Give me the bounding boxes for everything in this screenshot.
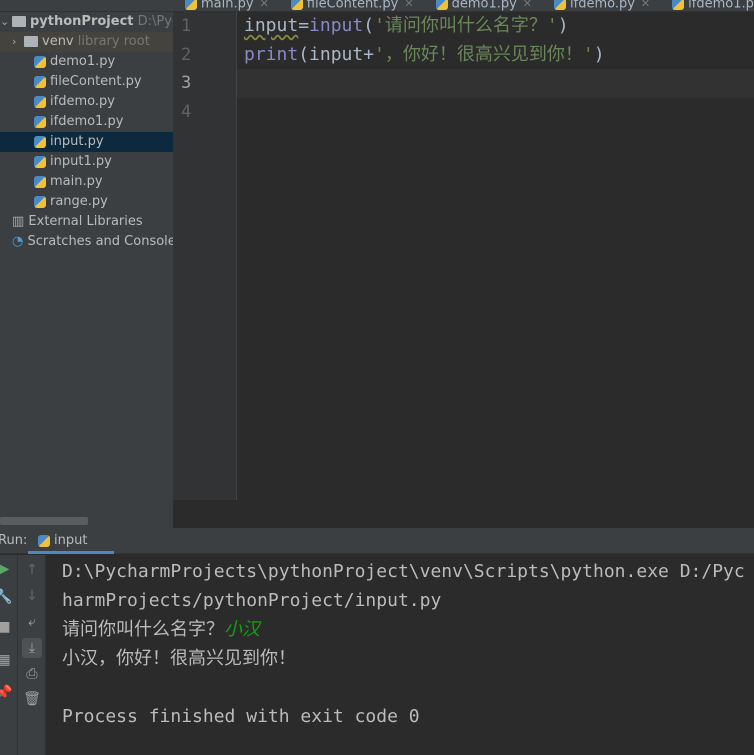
- folder-icon: [12, 16, 26, 27]
- stop-icon[interactable]: ■: [0, 617, 14, 637]
- run-actions: ▶ 🔧 ■ ▦ 📌: [0, 555, 18, 755]
- console-output: 小汉，你好！很高兴见到你！: [62, 648, 296, 669]
- line-number: 4: [181, 101, 192, 122]
- line-gutter: 1 2 3 4: [173, 12, 237, 500]
- tree-root[interactable]: ⌄pythonProject D:\PycharmProjects\python…: [0, 12, 173, 32]
- tree-file[interactable]: input1.py: [0, 152, 173, 172]
- tree-file[interactable]: demo1.py: [0, 52, 173, 72]
- tab-ifdemo1[interactable]: ifdemo1.py✕: [660, 0, 754, 10]
- chevron-down-icon[interactable]: ⌄: [0, 12, 12, 32]
- run-toolbar: Run: input: [0, 528, 754, 554]
- layout-icon[interactable]: ▦: [0, 650, 14, 670]
- chevron-right-icon[interactable]: ›: [12, 32, 24, 52]
- close-icon[interactable]: ✕: [523, 0, 532, 10]
- scroll-to-end-icon[interactable]: ⤓: [22, 638, 42, 658]
- python-file-icon: [34, 135, 46, 148]
- code-editor[interactable]: input=input('请问你叫什么名字？') print(input+'，你…: [237, 12, 754, 500]
- console-command: D:\PycharmProjects\pythonProject\venv\Sc…: [62, 561, 745, 611]
- close-icon[interactable]: ✕: [404, 0, 413, 10]
- python-file-icon: [435, 0, 448, 10]
- python-file-icon: [554, 0, 567, 10]
- run-console[interactable]: D:\PycharmProjects\pythonProject\venv\Sc…: [46, 555, 754, 755]
- python-file-icon: [34, 75, 46, 88]
- tree-venv[interactable]: › venv library root: [0, 32, 173, 52]
- tree-file[interactable]: ifdemo1.py: [0, 112, 173, 132]
- python-file-icon: [185, 0, 197, 10]
- console-prompt: 请问你叫什么名字？小汉: [62, 619, 260, 640]
- tree-file[interactable]: input.py: [0, 132, 173, 152]
- print-icon[interactable]: ⎙: [22, 664, 42, 684]
- tree-file[interactable]: main.py: [0, 172, 173, 192]
- console-actions: ↑ ↓ ⤶ ⤓ ⎙ 🗑: [18, 555, 46, 755]
- tree-file[interactable]: range.py: [0, 192, 173, 212]
- line-number: 1: [181, 16, 192, 36]
- python-file-icon: [34, 95, 46, 108]
- python-file-icon: [34, 195, 46, 208]
- line-number: 3: [181, 73, 192, 93]
- arrow-down-icon[interactable]: ↓: [22, 586, 42, 606]
- sidebar-scrollbar[interactable]: [0, 517, 88, 525]
- code-line-1: input=input('请问你叫什么名字？'): [244, 15, 569, 36]
- tab-main[interactable]: main.py ✕: [173, 0, 279, 10]
- tab-filecontent[interactable]: fileContent.py ✕: [279, 0, 424, 10]
- python-file-icon: [34, 175, 46, 188]
- tree-file[interactable]: fileContent.py: [0, 72, 173, 92]
- tree-external-libraries[interactable]: ▥ External Libraries: [0, 212, 173, 232]
- editor-tabs: main.py ✕ fileContent.py ✕ demo1.py ✕ ifdemo.p…: [173, 0, 754, 12]
- python-file-icon: [672, 0, 685, 10]
- python-file-icon: [34, 55, 46, 68]
- python-icon: [38, 534, 50, 547]
- run-label: Run:: [0, 533, 28, 548]
- tree-file[interactable]: ifdemo.py: [0, 92, 173, 112]
- code-line-3: [237, 69, 754, 98]
- wrench-icon[interactable]: 🔧: [0, 587, 14, 607]
- code-line-2: print(input+'，你好！很高兴见到你！'): [244, 43, 605, 65]
- tab-ifdemo[interactable]: ifdemo.py ✕: [542, 0, 660, 10]
- python-file-icon: [290, 0, 303, 10]
- tab-demo1[interactable]: demo1.py ✕: [424, 0, 542, 10]
- library-icon: ▥: [12, 214, 29, 229]
- close-icon[interactable]: ✕: [641, 0, 650, 10]
- pin-icon[interactable]: 📌: [0, 683, 14, 703]
- scratches-icon: ◔: [12, 234, 28, 249]
- run-tab-input[interactable]: input: [28, 528, 114, 554]
- trash-icon[interactable]: 🗑: [22, 689, 42, 709]
- rerun-icon[interactable]: ▶: [0, 559, 14, 579]
- close-icon[interactable]: ✕: [260, 0, 269, 10]
- folder-icon: [24, 36, 38, 47]
- editor-footer: [173, 500, 754, 528]
- console-exit: Process finished with exit code 0: [62, 706, 420, 727]
- python-file-icon: [34, 155, 46, 168]
- project-toolbar: [0, 0, 173, 12]
- arrow-up-icon[interactable]: ↑: [22, 560, 42, 580]
- tree-scratches[interactable]: ◔ Scratches and Consoles: [0, 232, 173, 252]
- project-tree: ⌄pythonProject D:\PycharmProjects\python…: [0, 12, 173, 528]
- line-number: 2: [181, 44, 192, 65]
- python-file-icon: [34, 115, 46, 128]
- soft-wrap-icon[interactable]: ⤶: [22, 612, 42, 632]
